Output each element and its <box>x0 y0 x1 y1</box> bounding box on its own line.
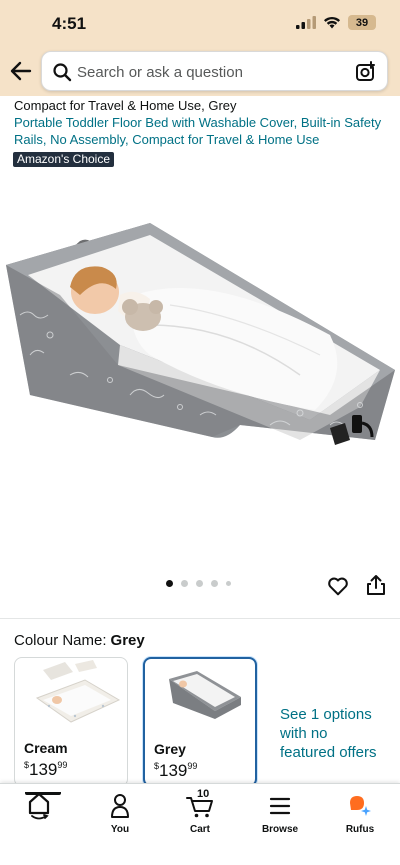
price-whole: 139 <box>29 760 58 779</box>
carousel-dot[interactable] <box>181 580 188 587</box>
camera-lens-icon[interactable] <box>355 61 377 83</box>
cream-bed-thumbnail <box>35 660 121 723</box>
product-title-fragment: Compact for Travel & Home Use, Grey <box>14 98 237 113</box>
wifi-icon <box>324 16 340 29</box>
menu-icon <box>269 797 291 815</box>
nav-rufus[interactable]: Rufus <box>325 792 395 835</box>
rufus-icon <box>350 796 371 816</box>
back-arrow-icon[interactable] <box>8 58 34 84</box>
nav-browse[interactable]: Browse <box>245 792 315 835</box>
bottom-nav: You 10 Cart Browse Rufus <box>0 783 400 865</box>
carousel-dot[interactable] <box>166 580 173 587</box>
nav-label: You <box>110 824 130 835</box>
search-icon <box>53 63 72 82</box>
swatch-name: Cream <box>24 740 68 756</box>
product-image[interactable] <box>0 175 400 570</box>
carousel-dot[interactable] <box>226 581 231 586</box>
status-icons: 39 <box>296 15 376 30</box>
swatch-price: $13999 <box>24 760 67 780</box>
status-bar: 4:51 39 <box>0 0 400 48</box>
person-icon <box>111 794 129 818</box>
image-carousel-dots[interactable] <box>166 580 231 587</box>
battery-indicator: 39 <box>348 15 376 30</box>
product-subtitle-link[interactable]: Portable Toddler Floor Bed with Washable… <box>14 114 386 148</box>
colour-swatch-grey[interactable]: Grey $13999 <box>143 657 257 787</box>
amazons-choice-badge[interactable]: Amazon's Choice <box>13 152 114 167</box>
nav-you[interactable]: You <box>85 792 155 835</box>
home-icon <box>28 792 50 820</box>
colour-swatch-cream[interactable]: Cream $13999 <box>14 657 128 787</box>
section-divider <box>0 618 400 619</box>
swatch-name: Grey <box>154 741 186 757</box>
search-header <box>0 48 400 96</box>
search-input[interactable] <box>77 60 347 84</box>
price-whole: 139 <box>159 761 188 780</box>
grey-bed-thumbnail <box>169 671 241 719</box>
swatch-price: $13999 <box>154 761 197 781</box>
signal-icon <box>296 16 316 29</box>
price-fraction: 99 <box>57 760 68 770</box>
nav-label: Rufus <box>345 824 375 835</box>
carousel-dot[interactable] <box>211 580 218 587</box>
see-options-link[interactable]: See 1 options with no featured offers <box>280 705 385 762</box>
search-box[interactable] <box>41 51 388 91</box>
nav-label: Cart <box>189 824 210 835</box>
selected-colour-value: Grey <box>110 632 145 649</box>
nav-home[interactable] <box>4 792 74 824</box>
cart-count-badge: 10 <box>197 788 210 800</box>
colour-name-label: Colour Name: Grey <box>14 632 145 649</box>
heart-icon[interactable] <box>327 575 349 597</box>
status-time: 4:51 <box>52 14 87 33</box>
carousel-dot[interactable] <box>196 580 203 587</box>
share-icon[interactable] <box>366 574 386 596</box>
nav-cart[interactable]: 10 Cart <box>165 788 235 835</box>
price-fraction: 99 <box>187 761 198 771</box>
colour-label-text: Colour Name: <box>14 632 107 649</box>
nav-label: Browse <box>261 824 299 835</box>
